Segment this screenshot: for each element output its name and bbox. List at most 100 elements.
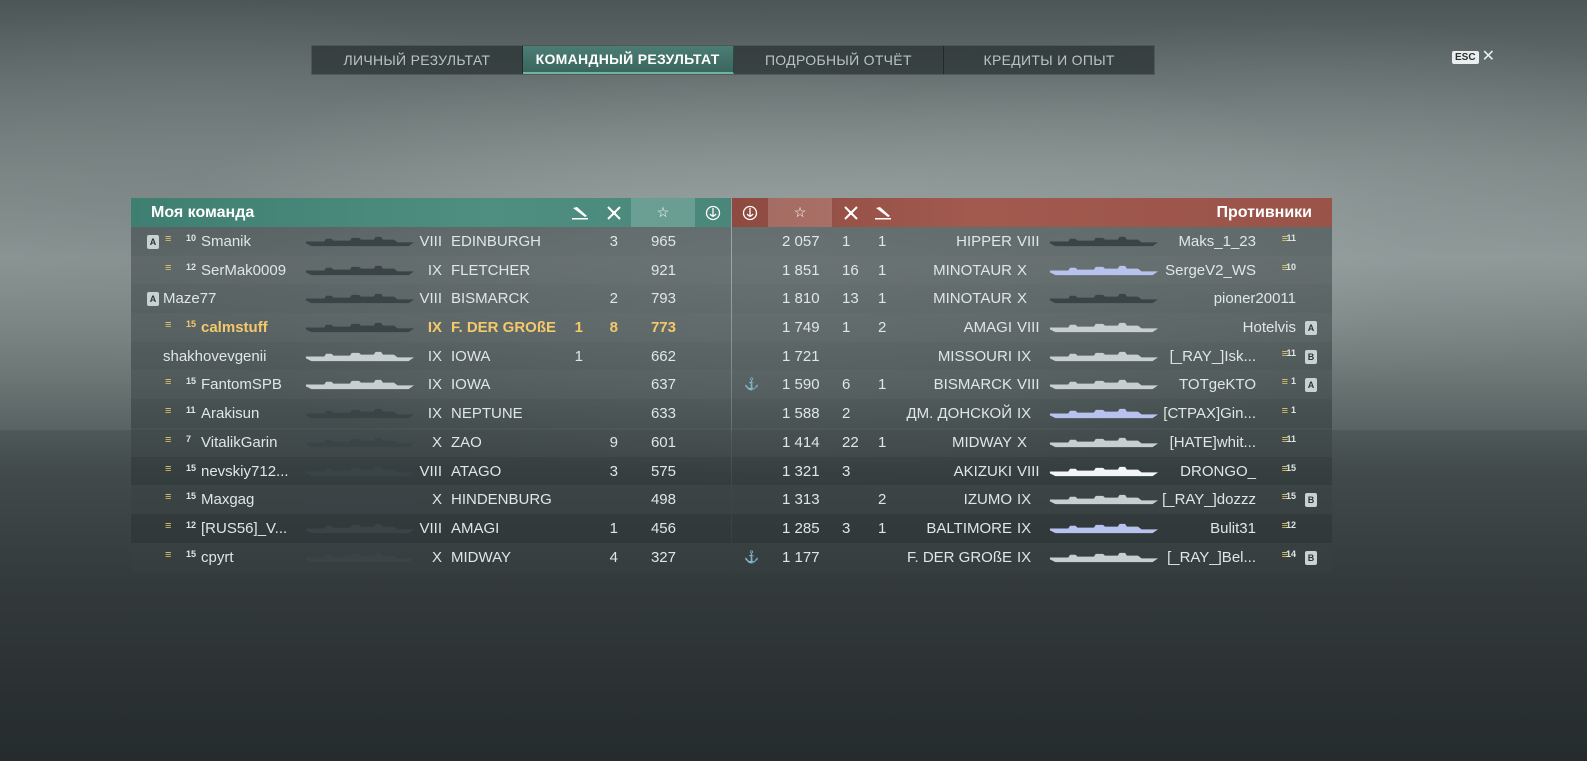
my-team-row[interactable]: ≡ 12 SerMak0009 IX FLETCHER 921 bbox=[131, 255, 731, 285]
my-team-row[interactable]: ≡ 15 cpyrt X MIDWAY 4 327 bbox=[131, 542, 731, 572]
my-team-row[interactable]: ≡ 15 FantomSPB IX IOWA 637 bbox=[131, 370, 731, 400]
player-name[interactable]: Hotelvis bbox=[1243, 319, 1296, 336]
score-star-icon[interactable]: ☆ bbox=[768, 198, 832, 227]
my-team-title: Моя команда bbox=[151, 204, 255, 221]
player-name[interactable]: [RUS56]_V... bbox=[201, 520, 287, 537]
player-name[interactable]: Maze77 bbox=[163, 290, 216, 307]
player-name[interactable]: [_RAY_]Bel... bbox=[1167, 549, 1256, 566]
rank-number: 15 bbox=[186, 376, 197, 387]
player-name[interactable]: [СТРАХ]Gin... bbox=[1163, 405, 1256, 422]
enemy-team-row[interactable]: 1 414 22 1 MIDWAY X [HATE]whit... ≡ 11 bbox=[732, 427, 1332, 457]
kills-count: 9 bbox=[609, 433, 618, 451]
my-team-row[interactable]: A ≡ 10 Smanik VIII EDINBURGH 3 965 bbox=[131, 227, 731, 256]
rank-number: 15 bbox=[186, 319, 197, 330]
ship-name: MINOTAUR bbox=[933, 261, 1012, 279]
player-name[interactable]: Smanik bbox=[201, 233, 251, 250]
torpedo-count: 2 bbox=[878, 319, 887, 337]
enemy-team-row[interactable]: 1 749 1 2 AMAGI VIII Hotelvis A bbox=[732, 313, 1332, 342]
enemy-team-row[interactable]: 1 851 16 1 MINOTAUR X SergeV2_WS ≡ 10 bbox=[732, 255, 1332, 285]
torpedo-icon[interactable] bbox=[870, 203, 896, 223]
ship-name: IOWA bbox=[451, 347, 491, 365]
anchor-medal-icon[interactable] bbox=[700, 203, 726, 223]
enemy-team-row[interactable]: 1 810 13 1 MINOTAUR Xpioner20011 bbox=[732, 284, 1332, 314]
player-name[interactable]: [_RAY_]Isk... bbox=[1170, 348, 1256, 365]
player-name[interactable]: Bulit31 bbox=[1210, 520, 1256, 537]
player-name[interactable]: [HATE]whit... bbox=[1170, 434, 1256, 451]
division-badge: A bbox=[147, 235, 159, 249]
my-team-row[interactable]: ≡ 15 calmstuff IX F. DER GROßE 1 8 773 bbox=[131, 313, 731, 342]
ship-tier: IX bbox=[1017, 519, 1032, 537]
score-star-icon[interactable]: ☆ bbox=[631, 198, 695, 227]
player-name[interactable]: TOTgeKTO bbox=[1179, 376, 1256, 393]
player-name[interactable]: pioner20011 bbox=[1214, 290, 1296, 307]
tab-team-result[interactable]: КОМАНДНЫЙ РЕЗУЛЬТАТ bbox=[522, 46, 734, 74]
rank-icon: ≡ bbox=[165, 519, 172, 532]
player-name[interactable]: [_RAY_]dozzz bbox=[1162, 491, 1256, 508]
my-team-row[interactable]: A Maze77 VIII BISMARCK 2 793 bbox=[131, 284, 731, 314]
player-name[interactable]: SergeV2_WS bbox=[1165, 262, 1256, 279]
ship-name: AMAGI bbox=[963, 319, 1012, 337]
tab-credits-xp[interactable]: КРЕДИТЫ И ОПЫТ bbox=[944, 46, 1154, 74]
score-value: 662 bbox=[650, 347, 676, 365]
player-name[interactable]: nevskiy712... bbox=[201, 463, 289, 480]
enemy-team-row[interactable]: 1 285 3 1 BALTIMORE IX Bulit31 ≡ 12 bbox=[732, 513, 1332, 543]
ship-tier: IX bbox=[427, 405, 442, 423]
enemy-team-row[interactable]: 1 313 2 IZUMO IX [_RAY_]dozzz ≡ 15 B bbox=[732, 485, 1332, 514]
ship-silhouette-icon bbox=[305, 552, 415, 562]
ship-name: BISMARCK bbox=[451, 290, 530, 308]
rank-number: 1 bbox=[1290, 405, 1296, 416]
enemy-team-row[interactable]: ⚓ 1 590 6 1 BISMARCK VIII TOTgeKTO ≡ 1 A bbox=[732, 370, 1332, 400]
enemy-team-row[interactable]: 1 588 2 ДМ. ДОНСКОЙ IX [СТРАХ]Gin... ≡ 1 bbox=[732, 399, 1332, 428]
tab-detailed-report[interactable]: ПОДРОБНЫЙ ОТЧЁТ bbox=[734, 46, 945, 74]
kills-icon[interactable] bbox=[601, 203, 627, 223]
ship-silhouette-icon bbox=[305, 380, 415, 390]
player-name[interactable]: DRONGO_ bbox=[1180, 463, 1256, 480]
player-name[interactable]: cpyrt bbox=[201, 549, 234, 566]
rank-number: 15 bbox=[1285, 462, 1296, 473]
my-team-row[interactable]: ≡ 15 nevskiy712... VIII ATAGO 3 575 bbox=[131, 456, 731, 486]
rank-number: 15 bbox=[186, 491, 197, 502]
player-name[interactable]: Arakisun bbox=[201, 405, 259, 422]
my-team-row[interactable]: ≡ 15 Maxgag X HINDENBURG 498 bbox=[131, 485, 731, 514]
tab-personal-result[interactable]: ЛИЧНЫЙ РЕЗУЛЬТАТ bbox=[312, 46, 523, 74]
ship-tier: IX bbox=[427, 347, 442, 365]
rank-icon: ≡ bbox=[1281, 405, 1288, 418]
score-value: 965 bbox=[650, 233, 676, 250]
kills-icon[interactable] bbox=[838, 203, 864, 223]
close-button[interactable]: ESC ✕ bbox=[1452, 49, 1495, 65]
kills-count: 3 bbox=[842, 519, 851, 537]
ship-name: HINDENBURG bbox=[451, 491, 552, 509]
rank-number: 12 bbox=[1285, 519, 1296, 530]
player-name[interactable]: SerMak0009 bbox=[201, 262, 286, 279]
my-team-row[interactable]: shakhovevgenii IX IOWA 1 662 bbox=[131, 341, 731, 371]
enemy-team-title: Противники bbox=[1216, 204, 1313, 221]
enemy-team-row[interactable]: 2 057 1 1 HIPPER VIII Maks_1_23 ≡ 11 bbox=[732, 227, 1332, 256]
player-name[interactable]: VitalikGarin bbox=[201, 434, 277, 451]
kills-count: 2 bbox=[842, 405, 851, 423]
ship-name: ДМ. ДОНСКОЙ bbox=[906, 405, 1013, 423]
ship-name: F. DER GROßE bbox=[906, 548, 1012, 566]
rank-number: 14 bbox=[1285, 548, 1296, 559]
my-team-row[interactable]: ≡ 12 [RUS56]_V... VIII AMAGI 1 456 bbox=[131, 513, 731, 543]
player-name[interactable]: calmstuff bbox=[201, 319, 268, 336]
ship-tier: VIII bbox=[419, 290, 442, 308]
rank-number: 10 bbox=[1285, 261, 1296, 272]
kills-count: 1 bbox=[842, 319, 851, 337]
torpedo-icon[interactable] bbox=[567, 203, 593, 223]
ship-tier: VIII bbox=[1017, 376, 1040, 394]
my-team-row[interactable]: ≡ 7 VitalikGarin X ZAO 9 601 bbox=[131, 427, 731, 457]
player-name[interactable]: Maks_1_23 bbox=[1178, 233, 1256, 250]
enemy-team-row[interactable]: ⚓ 1 177 F. DER GROßE IX [_RAY_]Bel... ≡ 14 B bbox=[732, 542, 1332, 572]
ship-tier: IX bbox=[1017, 347, 1032, 365]
enemy-team-row[interactable]: 1 321 3 AKIZUKI VIII DRONGO_ ≡ 15 bbox=[732, 456, 1332, 486]
player-name[interactable]: FantomSPB bbox=[201, 376, 282, 393]
kills-count: 13 bbox=[842, 290, 859, 308]
anchor-medal-icon[interactable] bbox=[737, 203, 763, 223]
score-value: 1 590 bbox=[782, 376, 820, 394]
ship-name: FLETCHER bbox=[451, 261, 531, 279]
player-name[interactable]: shakhovevgenii bbox=[163, 348, 266, 365]
enemy-team-row[interactable]: 1 721 MISSOURI IX [_RAY_]Isk... ≡ 11 B bbox=[732, 341, 1332, 371]
player-name[interactable]: Maxgag bbox=[201, 491, 254, 508]
my-team-row[interactable]: ≡ 11 Arakisun IX NEPTUNE 633 bbox=[131, 399, 731, 428]
ship-silhouette-icon bbox=[305, 322, 415, 333]
